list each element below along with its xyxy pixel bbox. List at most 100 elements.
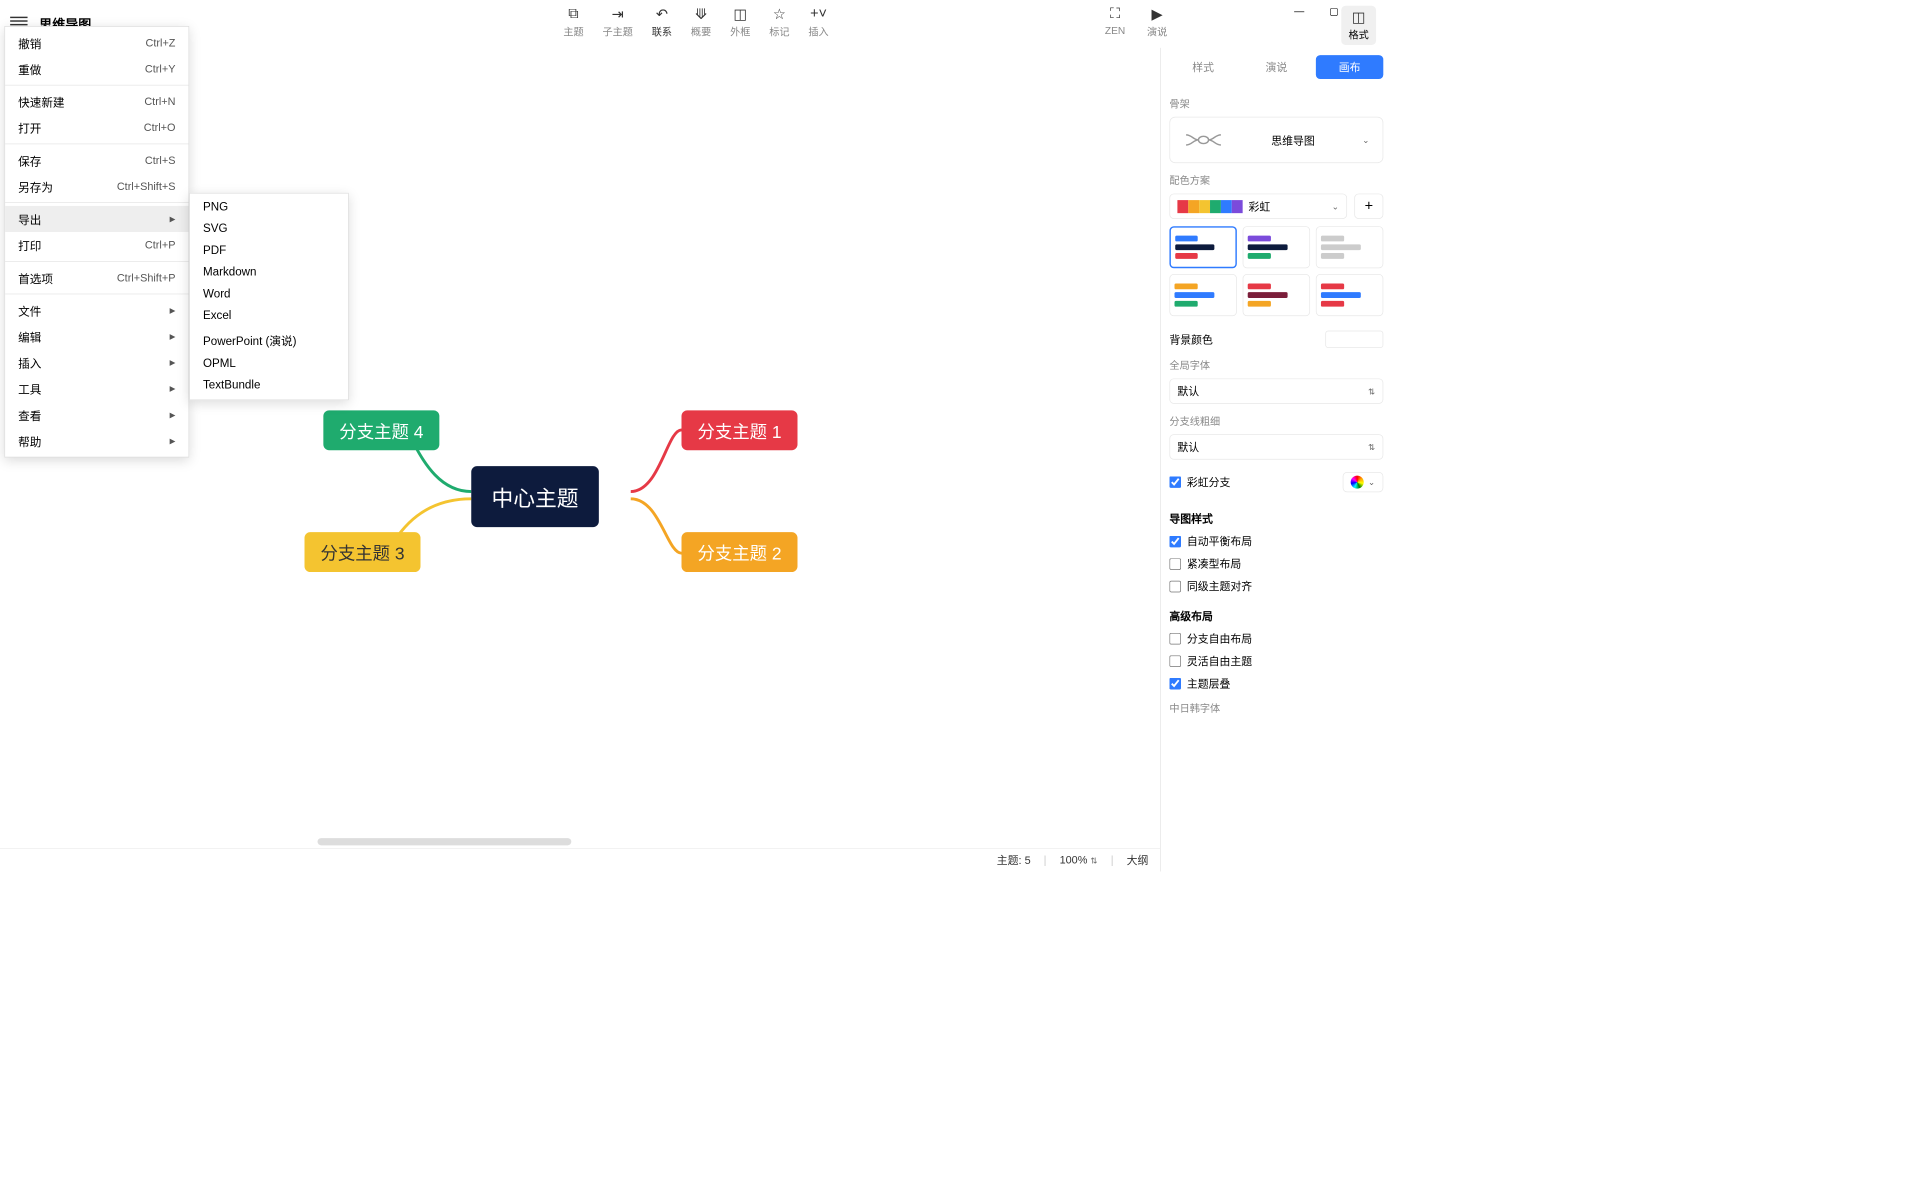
layer-checkbox[interactable] <box>1169 678 1181 690</box>
export-pdf[interactable]: PDF <box>190 240 348 262</box>
chevron-down-icon: ⌄ <box>1362 135 1369 145</box>
relation-icon: ↶ <box>654 6 670 22</box>
menu-separator <box>5 144 188 145</box>
chevron-down-icon: ⌄ <box>1368 477 1375 487</box>
menu-undo[interactable]: 撤销Ctrl+Z <box>5 30 188 56</box>
tb-marker[interactable]: ☆标记 <box>769 6 789 39</box>
bg-color-picker[interactable] <box>1325 331 1383 348</box>
chevron-right-icon: ▸ <box>170 434 176 449</box>
updown-icon: ⇅ <box>1368 442 1375 452</box>
map-style-heading: 导图样式 <box>1169 511 1383 526</box>
scheme-thumb-1[interactable] <box>1169 226 1236 268</box>
scheme-thumb-4[interactable] <box>1169 274 1236 316</box>
line-label: 分支线粗细 <box>1169 414 1383 429</box>
branch-2[interactable]: 分支主题 2 <box>682 532 798 572</box>
tab-style[interactable]: 样式 <box>1169 55 1236 79</box>
tb-zen[interactable]: ⛶ZEN <box>1105 6 1125 39</box>
cjk-label: 中日韩字体 <box>1169 701 1383 716</box>
menu-save[interactable]: 保存Ctrl+S <box>5 147 188 173</box>
topic-count: 主题: 5 <box>997 853 1031 868</box>
chevron-right-icon: ▸ <box>170 329 176 344</box>
line-select[interactable]: 默认⇅ <box>1169 434 1383 459</box>
panel-icon: ◫ <box>1351 9 1367 25</box>
branch-3[interactable]: 分支主题 3 <box>305 532 421 572</box>
free-branch-checkbox[interactable] <box>1169 633 1181 645</box>
scheme-thumb-6[interactable] <box>1316 274 1383 316</box>
rainbow-color-button[interactable]: ⌄ <box>1343 472 1384 492</box>
scheme-label: 配色方案 <box>1169 173 1383 188</box>
auto-balance-checkbox[interactable] <box>1169 535 1181 547</box>
auto-balance-toggle[interactable]: 自动平衡布局 <box>1169 534 1383 549</box>
menu-print[interactable]: 打印Ctrl+P <box>5 232 188 258</box>
layer-toggle[interactable]: 主题层叠 <box>1169 676 1383 691</box>
advanced-heading: 高级布局 <box>1169 608 1383 623</box>
export-powerpoint[interactable]: PowerPoint (演说) <box>190 327 348 353</box>
menu-export[interactable]: 导出▸ <box>5 206 188 232</box>
scheme-select[interactable]: 彩虹 ⌄ <box>1169 194 1347 219</box>
tb-boundary[interactable]: ◫外框 <box>730 6 750 39</box>
scheme-thumb-3[interactable] <box>1316 226 1383 268</box>
menu-quicknew[interactable]: 快速新建Ctrl+N <box>5 88 188 114</box>
skeleton-select[interactable]: 思维导图 ⌄ <box>1169 117 1383 163</box>
format-sidebar: 样式 演说 画布 骨架 思维导图 ⌄ 配色方案 彩虹 ⌄ + 背景颜色 全局字体… <box>1160 48 1392 872</box>
menu-help[interactable]: 帮助▸ <box>5 428 188 454</box>
align-same-checkbox[interactable] <box>1169 580 1181 592</box>
export-textbundle[interactable]: TextBundle <box>190 375 348 397</box>
menu-open[interactable]: 打开Ctrl+O <box>5 115 188 141</box>
summary-icon: ⟱ <box>693 6 709 22</box>
menu-separator <box>5 294 188 295</box>
menu-redo[interactable]: 重做Ctrl+Y <box>5 56 188 82</box>
center-topic[interactable]: 中心主题 <box>471 466 599 527</box>
play-icon: ▶ <box>1149 6 1165 22</box>
compact-checkbox[interactable] <box>1169 558 1181 570</box>
tb-insert[interactable]: +˅插入 <box>808 6 828 39</box>
export-svg[interactable]: SVG <box>190 218 348 240</box>
status-bar: 主题: 5 | 100% ⇅ | 大纲 <box>0 848 1160 871</box>
tb-relation[interactable]: ↶联系 <box>652 6 672 39</box>
outline-button[interactable]: 大纲 <box>1127 853 1149 868</box>
menu-edit[interactable]: 编辑▸ <box>5 323 188 349</box>
star-icon: ☆ <box>771 6 787 22</box>
rainbow-branch-toggle[interactable]: 彩虹分支 <box>1169 474 1230 489</box>
tb-topic[interactable]: ⧉主题 <box>563 6 583 39</box>
export-png[interactable]: PNG <box>190 196 348 218</box>
menu-view[interactable]: 查看▸ <box>5 402 188 428</box>
zen-icon: ⛶ <box>1107 6 1123 22</box>
free-branch-toggle[interactable]: 分支自由布局 <box>1169 631 1383 646</box>
export-submenu: PNG SVG PDF Markdown Word Excel PowerPoi… <box>189 193 349 400</box>
menu-tools[interactable]: 工具▸ <box>5 376 188 402</box>
topic-icon: ⧉ <box>566 6 582 22</box>
menu-file[interactable]: 文件▸ <box>5 297 188 323</box>
horizontal-scrollbar[interactable] <box>312 838 1160 848</box>
tab-canvas[interactable]: 画布 <box>1316 55 1383 79</box>
skeleton-label: 骨架 <box>1169 96 1383 111</box>
tb-present[interactable]: ▶演说 <box>1147 6 1167 39</box>
export-word[interactable]: Word <box>190 283 348 305</box>
zoom-level[interactable]: 100% ⇅ <box>1060 854 1098 866</box>
export-markdown[interactable]: Markdown <box>190 262 348 284</box>
scheme-thumb-5[interactable] <box>1243 274 1310 316</box>
tb-format[interactable]: ◫格式 <box>1341 6 1376 45</box>
branch-1[interactable]: 分支主题 1 <box>682 410 798 450</box>
tb-subtopic[interactable]: ⇥子主题 <box>602 6 632 39</box>
tab-present[interactable]: 演说 <box>1243 55 1310 79</box>
menu-insert[interactable]: 插入▸ <box>5 349 188 375</box>
add-scheme-button[interactable]: + <box>1354 194 1383 219</box>
rainbow-branch-checkbox[interactable] <box>1169 476 1181 488</box>
branch-4[interactable]: 分支主题 4 <box>323 410 439 450</box>
font-select[interactable]: 默认⇅ <box>1169 378 1383 403</box>
tb-summary[interactable]: ⟱概要 <box>691 6 711 39</box>
export-opml[interactable]: OPML <box>190 353 348 375</box>
flex-topic-checkbox[interactable] <box>1169 655 1181 667</box>
export-excel[interactable]: Excel <box>190 305 348 327</box>
boundary-icon: ◫ <box>732 6 748 22</box>
bg-label: 背景颜色 <box>1169 332 1213 347</box>
flex-topic-toggle[interactable]: 灵活自由主题 <box>1169 653 1383 668</box>
scheme-thumb-2[interactable] <box>1243 226 1310 268</box>
align-same-toggle[interactable]: 同级主题对齐 <box>1169 579 1383 594</box>
compact-toggle[interactable]: 紧凑型布局 <box>1169 556 1383 571</box>
menu-prefs[interactable]: 首选项Ctrl+Shift+P <box>5 265 188 291</box>
menu-saveas[interactable]: 另存为Ctrl+Shift+S <box>5 173 188 199</box>
scrollbar-thumb[interactable] <box>318 838 572 845</box>
plus-icon: +˅ <box>811 6 827 22</box>
